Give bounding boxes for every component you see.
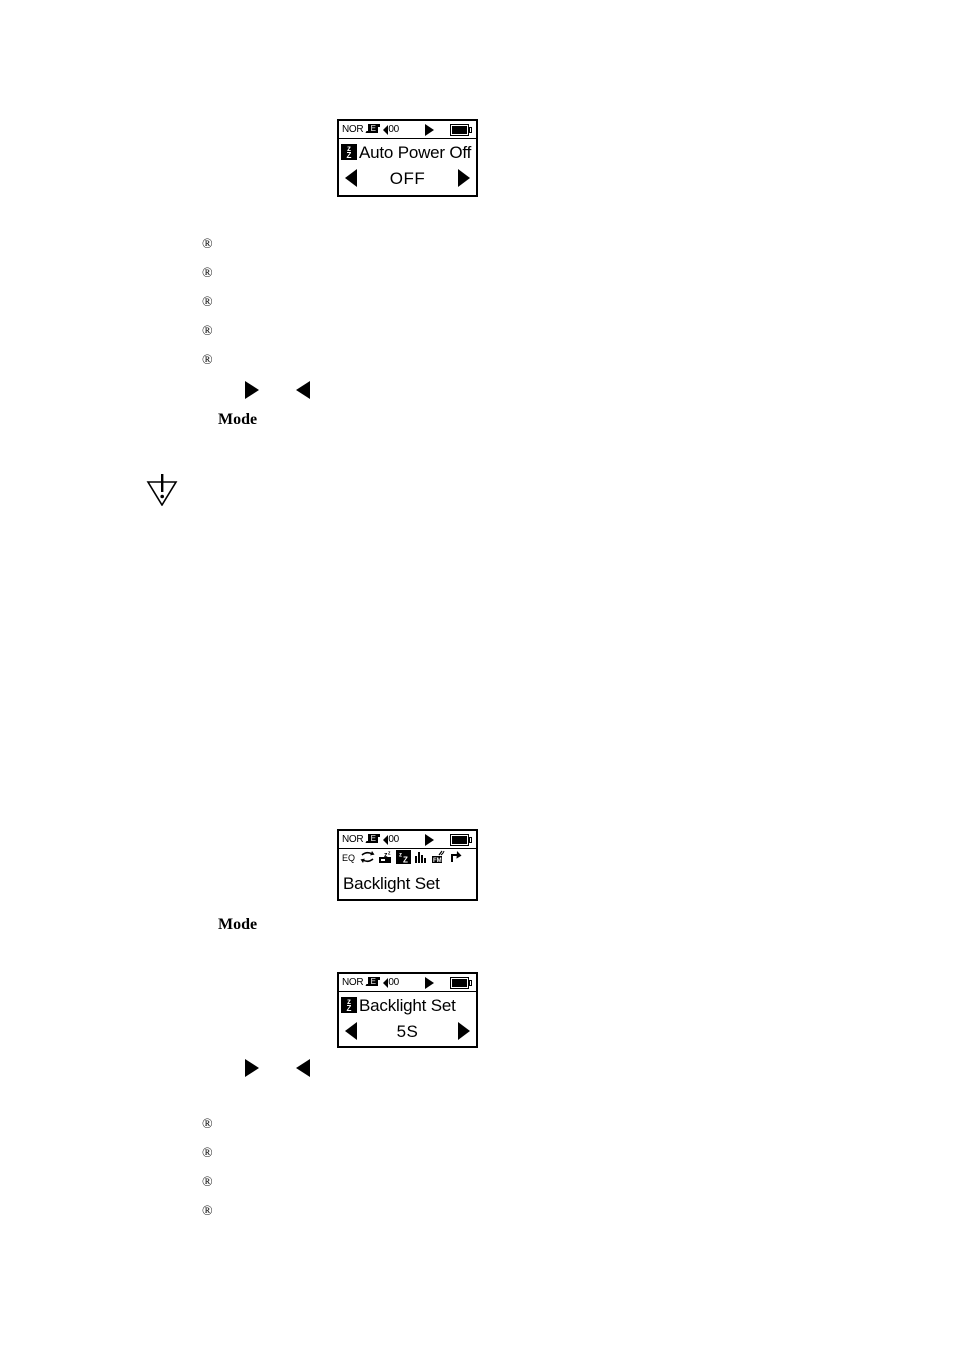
- list-item: ®: [202, 295, 213, 310]
- next-arrow-icon[interactable]: [457, 1022, 470, 1040]
- list-item: ®: [202, 1175, 213, 1190]
- fm-radio-icon[interactable]: FM: [431, 850, 446, 869]
- lcd-title-text: Backlight Set: [343, 873, 440, 893]
- next-arrow-icon: [245, 381, 259, 399]
- lcd-value-row: 5S: [339, 1018, 476, 1044]
- eq-indicator-icon: E: [365, 124, 381, 135]
- volume-speaker-icon: 00: [383, 123, 399, 135]
- status-mode-label: NOR: [342, 833, 364, 845]
- play-triangle-icon: [425, 834, 434, 846]
- next-arrow-icon: [245, 1059, 259, 1077]
- svg-text:z: z: [399, 853, 402, 859]
- previous-arrow-icon: [296, 1059, 310, 1077]
- list-item: ®: [202, 237, 213, 252]
- backlight-set-icon: z Z: [341, 997, 357, 1013]
- contrast-bars-icon[interactable]: [414, 850, 428, 869]
- lcd-screen-settings-menu: NOR E 00 EQ z z z Z FM Backlight Set: [337, 829, 478, 901]
- previous-arrow-icon[interactable]: [345, 1022, 357, 1040]
- lcd-screen-auto-power-off: NOR E 00 z Z Auto Power Off OFF: [337, 119, 478, 197]
- status-mode-label: NOR: [342, 123, 364, 135]
- lcd-title-row: z Z Backlight Set: [339, 992, 476, 1018]
- sleep-timer-icon[interactable]: z z: [378, 850, 393, 869]
- lcd-status-bar: NOR E 00: [339, 121, 476, 139]
- lcd-status-bar: NOR E 00: [339, 831, 476, 849]
- previous-arrow-icon[interactable]: [345, 169, 357, 187]
- svg-text:FM: FM: [433, 858, 442, 864]
- previous-arrow-icon: [296, 381, 310, 399]
- svg-text:z: z: [388, 851, 391, 857]
- volume-speaker-icon: 00: [383, 833, 399, 845]
- battery-full-icon: [450, 977, 473, 989]
- volume-value: 00: [388, 123, 399, 135]
- eq-icon[interactable]: EQ: [342, 850, 357, 869]
- battery-full-icon: [450, 834, 473, 846]
- list-item: ®: [202, 1146, 213, 1161]
- next-arrow-icon[interactable]: [458, 169, 470, 187]
- svg-text:Z: Z: [403, 856, 408, 865]
- lcd-status-bar: NOR E 00: [339, 974, 476, 992]
- lcd-title-row: Backlight Set: [339, 870, 476, 896]
- play-triangle-icon: [425, 124, 434, 136]
- lcd-menu-icon-row: EQ z z z Z FM: [339, 849, 476, 870]
- backlight-set-icon[interactable]: z Z: [396, 850, 411, 869]
- auto-power-off-icon: z Z: [341, 144, 357, 160]
- volume-value: 00: [388, 976, 399, 988]
- list-item: ®: [202, 324, 213, 339]
- lcd-value-text: OFF: [389, 168, 426, 188]
- repeat-icon[interactable]: [360, 850, 375, 869]
- mode-button-label: Mode: [218, 411, 258, 428]
- list-item: ®: [202, 266, 213, 281]
- lcd-title-text: Backlight Set: [359, 995, 456, 1015]
- battery-full-icon: [450, 124, 473, 136]
- list-item: ®: [202, 353, 213, 368]
- mode-button-label: Mode: [218, 916, 258, 933]
- lcd-title-text: Auto Power Off: [359, 142, 472, 162]
- lcd-value-text: 5S: [396, 1021, 419, 1041]
- eq-indicator-icon: E: [365, 834, 381, 845]
- lcd-screen-backlight-set: NOR E 00 z Z Backlight Set 5S: [337, 972, 478, 1048]
- svg-text:EQ: EQ: [342, 853, 355, 863]
- lcd-value-row: OFF: [339, 165, 476, 191]
- exit-icon[interactable]: [449, 850, 462, 869]
- play-triangle-icon: [425, 977, 434, 989]
- list-item: ®: [202, 1117, 213, 1132]
- list-item: ®: [202, 1204, 213, 1219]
- volume-speaker-icon: 00: [383, 976, 399, 988]
- eq-indicator-icon: E: [365, 977, 381, 988]
- volume-value: 00: [388, 833, 399, 845]
- lcd-title-row: z Z Auto Power Off: [339, 139, 476, 165]
- caution-triangle-icon: [145, 472, 179, 507]
- status-mode-label: NOR: [342, 976, 364, 988]
